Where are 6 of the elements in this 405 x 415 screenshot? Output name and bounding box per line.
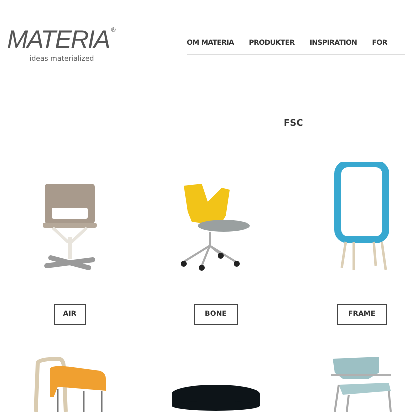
category-heading: FSC (284, 119, 304, 129)
logo-wordmark[interactable]: MATERIA (7, 27, 110, 53)
round-stool-drawing[interactable] (171, 382, 261, 412)
armchair-drawing[interactable] (329, 357, 395, 412)
frame-shelf-drawing[interactable] (334, 162, 390, 272)
office-chair-drawing[interactable] (180, 182, 252, 272)
